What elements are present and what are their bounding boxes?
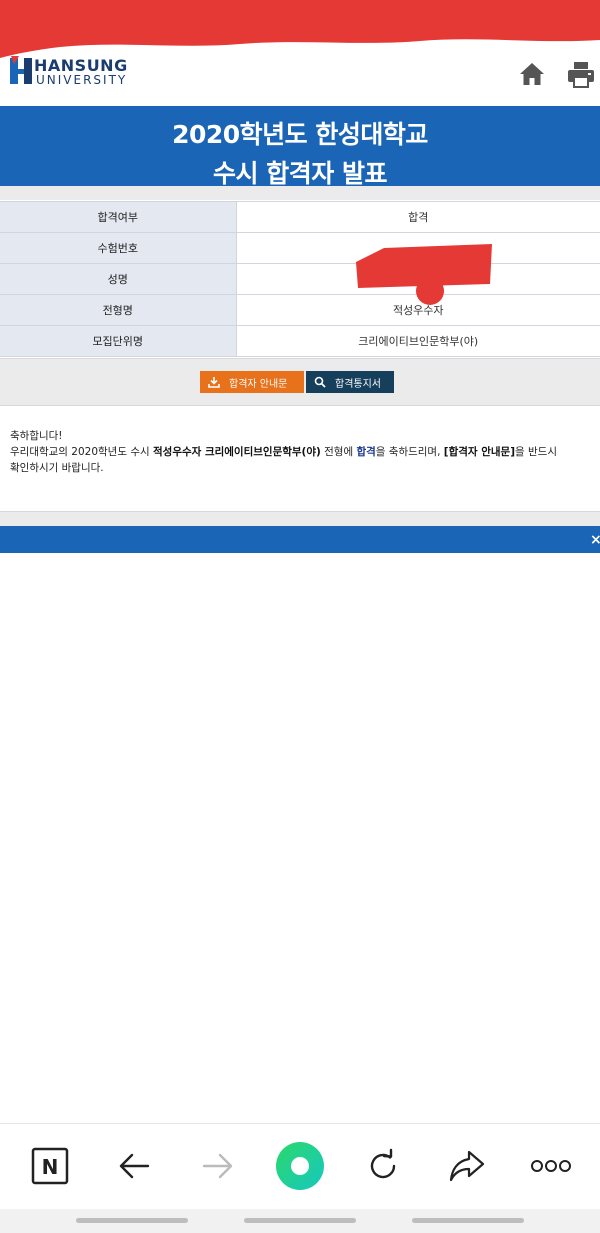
reload-icon bbox=[370, 1148, 396, 1179]
table-row: 합격여부 합격 bbox=[0, 201, 600, 233]
divider-strip bbox=[0, 511, 600, 526]
guide-download-button[interactable]: 합격자 안내문 bbox=[200, 371, 304, 393]
naver-letter: N bbox=[42, 1155, 59, 1179]
back-handle[interactable] bbox=[412, 1218, 524, 1223]
action-button-area: 합격자 안내문 합격통지서 bbox=[0, 358, 600, 406]
guide-download-label: 합격자 안내문 bbox=[229, 378, 288, 390]
search-icon bbox=[314, 376, 326, 388]
share-button[interactable] bbox=[445, 1144, 489, 1188]
overlay-bar bbox=[0, 526, 600, 553]
congratulation-message: 축하합니다! 우리대학교의 2020학년도 수시 적성우수자 크리에이티브인문학… bbox=[10, 428, 590, 476]
home-icon bbox=[520, 63, 544, 85]
acceptance-letter-button[interactable]: 합격통지서 bbox=[306, 371, 394, 393]
home-button[interactable] bbox=[518, 60, 546, 88]
row-value: 크리에이티브인문학부(야) bbox=[236, 325, 600, 357]
green-dot-button[interactable] bbox=[274, 1140, 326, 1192]
row-label: 전형명 bbox=[0, 294, 237, 326]
recent-apps-handle[interactable] bbox=[76, 1218, 188, 1223]
green-dot-icon bbox=[276, 1142, 324, 1190]
message-document: [합격자 안내문] bbox=[443, 446, 515, 458]
message-greeting: 축하합니다! bbox=[10, 430, 63, 442]
system-nav-bar bbox=[0, 1209, 600, 1233]
home-handle[interactable] bbox=[244, 1218, 356, 1223]
acceptance-letter-label: 합격통지서 bbox=[335, 378, 381, 390]
message-text: 을 반드시 bbox=[515, 446, 557, 458]
forward-icon bbox=[202, 1153, 233, 1179]
back-button[interactable] bbox=[112, 1144, 156, 1188]
site-header: HANSUNG UNIVERSITY bbox=[0, 38, 600, 106]
message-text: 우리대학교의 2020학년도 수시 bbox=[10, 446, 153, 458]
divider-strip bbox=[0, 186, 600, 200]
naver-button[interactable]: N bbox=[28, 1144, 72, 1188]
banner-subtitle: 수시 합격자 발표 bbox=[213, 159, 387, 188]
reload-button[interactable] bbox=[361, 1144, 405, 1188]
table-row: 수험번호 bbox=[0, 232, 600, 264]
table-row: 모집단위명 크리에이티브인문학부(야) bbox=[0, 325, 600, 357]
more-icon bbox=[531, 1160, 571, 1172]
message-body: 우리대학교의 2020학년도 수시 적성우수자 크리에이티브인문학부(야) 전형… bbox=[10, 444, 590, 460]
banner-title: 2020학년도 한성대학교 bbox=[172, 120, 428, 149]
message-text: 을 축하드리며, bbox=[375, 446, 444, 458]
message-text: 전형에 bbox=[320, 446, 357, 458]
overlay-close-button[interactable]: × bbox=[590, 532, 600, 548]
redaction-scribble-name bbox=[356, 244, 492, 305]
message-track: 적성우수자 크리에이티브인문학부(야) bbox=[153, 446, 321, 458]
browser-toolbar: N bbox=[0, 1123, 600, 1209]
share-icon bbox=[449, 1150, 485, 1182]
logo-mark-icon bbox=[10, 56, 32, 84]
message-result: 합격 bbox=[356, 446, 376, 458]
result-info-table: 합격여부 합격 수험번호 성명 전형명 적성우수자 모집단위명 크리에이티브인문… bbox=[0, 201, 600, 357]
naver-icon: N bbox=[31, 1147, 69, 1185]
print-button[interactable] bbox=[566, 60, 596, 88]
more-button[interactable] bbox=[526, 1144, 576, 1188]
hansung-logo[interactable]: HANSUNG UNIVERSITY bbox=[8, 52, 148, 92]
result-banner: 2020학년도 한성대학교 수시 합격자 발표 bbox=[0, 106, 600, 188]
message-closing: 확인하시기 바랍니다. bbox=[10, 462, 104, 474]
row-label: 합격여부 bbox=[0, 201, 237, 233]
table-row: 전형명 적성우수자 bbox=[0, 294, 600, 326]
row-label: 수험번호 bbox=[0, 232, 237, 264]
row-value: 합격 bbox=[236, 201, 600, 233]
forward-button[interactable] bbox=[196, 1144, 240, 1188]
row-label: 모집단위명 bbox=[0, 325, 237, 357]
table-row: 성명 bbox=[0, 263, 600, 295]
back-icon bbox=[119, 1153, 150, 1179]
print-icon bbox=[568, 62, 594, 88]
download-icon bbox=[208, 377, 220, 388]
row-label: 성명 bbox=[0, 263, 237, 295]
logo-subtitle: UNIVERSITY bbox=[36, 73, 128, 87]
